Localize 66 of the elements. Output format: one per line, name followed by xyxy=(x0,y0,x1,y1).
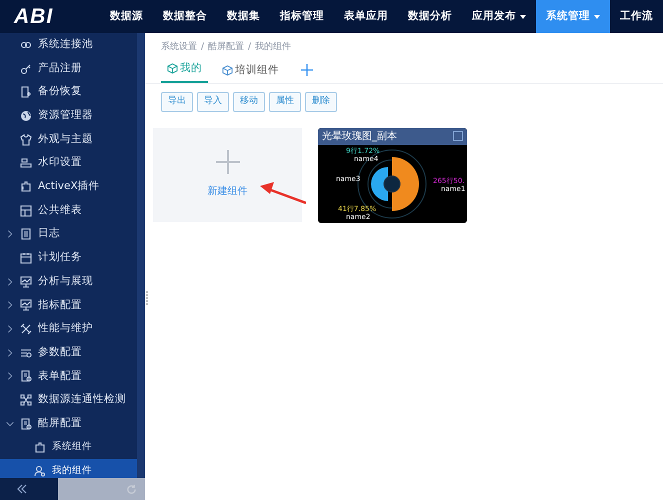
caret-icon xyxy=(594,14,600,18)
globe-icon xyxy=(20,110,32,122)
network-icon xyxy=(20,394,32,406)
chart-icon xyxy=(20,299,32,312)
sidebar-item[interactable]: 公共维表 xyxy=(0,198,137,222)
nav-tab[interactable]: 表单应用 xyxy=(334,0,398,33)
tab[interactable]: 培训组件 xyxy=(216,60,285,84)
sliders-icon xyxy=(20,346,32,359)
sidebar-item[interactable]: 性能与维护 xyxy=(0,317,137,341)
checkbox[interactable] xyxy=(453,131,463,142)
form-icon xyxy=(20,418,32,430)
splitter-handle[interactable] xyxy=(145,291,149,305)
add-icon[interactable] xyxy=(301,64,313,76)
chart-icon xyxy=(20,276,32,288)
tools-icon xyxy=(20,323,32,336)
user-icon xyxy=(34,465,46,478)
sidebar-item[interactable]: 表单配置 xyxy=(0,364,137,388)
sidebar-item[interactable]: 我的组件 xyxy=(0,459,137,478)
component-title: 光晕玫瑰图_副本 xyxy=(322,130,397,144)
toolbar-button[interactable]: 移动 xyxy=(233,92,265,112)
sidebar-item[interactable]: 数据源连通性检测 xyxy=(0,388,137,412)
sidebar-item[interactable]: ActiveX插件 xyxy=(0,175,137,199)
sidebar-item[interactable]: 参数配置 xyxy=(0,340,137,365)
sidebar-item[interactable]: 指标配置 xyxy=(0,294,137,318)
shirt-icon xyxy=(20,134,32,146)
toolbar-button[interactable]: 导入 xyxy=(197,92,229,112)
toolbar-button[interactable]: 属性 xyxy=(269,92,301,112)
nav-tab[interactable]: 数据分析 xyxy=(398,0,462,33)
chevron-icon xyxy=(5,348,15,358)
arrow-icon xyxy=(260,180,306,204)
chevron-icon xyxy=(5,276,15,287)
sidebar-item[interactable]: 备份恢复 xyxy=(0,80,137,104)
key-icon xyxy=(20,62,32,75)
form-icon xyxy=(20,370,32,382)
sidebar-item[interactable]: 系统连接池 xyxy=(0,33,137,57)
sidebar-item[interactable]: 资源管理器 xyxy=(0,104,137,128)
nav-tab[interactable]: 工作流 xyxy=(610,0,663,33)
sidebar-item[interactable]: 水印设置 xyxy=(0,151,137,176)
sidebar-item[interactable]: 分析与展现 xyxy=(0,270,137,294)
caret-icon xyxy=(520,14,526,18)
sidebar-item[interactable]: 计划任务 xyxy=(0,246,137,270)
sidebar-item[interactable]: 外观与主题 xyxy=(0,128,137,152)
calendar-icon xyxy=(20,252,32,264)
chevron-icon xyxy=(5,300,15,310)
sidebar-item[interactable]: 酷屏配置 xyxy=(0,412,137,436)
scrollbar[interactable] xyxy=(137,33,145,478)
nav-tab[interactable]: 数据源 xyxy=(100,0,153,33)
plus-icon xyxy=(216,150,240,174)
sidebar-item[interactable]: 系统组件 xyxy=(0,436,137,460)
toolbar-button[interactable]: 删除 xyxy=(305,92,337,112)
nav-tab[interactable]: 指标管理 xyxy=(270,0,334,33)
breadcrumb-separator: / xyxy=(201,41,204,54)
sidebar-item[interactable]: 产品注册 xyxy=(0,56,137,80)
cube-icon xyxy=(222,64,233,76)
logo: ABI xyxy=(12,4,54,28)
chevron-icon xyxy=(5,371,15,382)
breadcrumb-separator: / xyxy=(248,41,252,54)
cube-icon xyxy=(167,62,178,74)
nav-tab[interactable]: 数据整合 xyxy=(153,0,217,33)
nav-tab[interactable]: 应用发布 xyxy=(462,0,536,33)
nav-tab[interactable]: 数据集 xyxy=(217,0,270,33)
chevron-icon xyxy=(5,229,15,240)
chevron-icon xyxy=(5,324,15,334)
collapse-icon[interactable] xyxy=(16,483,28,496)
sidebar-item[interactable]: 日志 xyxy=(0,222,137,246)
table-icon xyxy=(20,204,32,217)
